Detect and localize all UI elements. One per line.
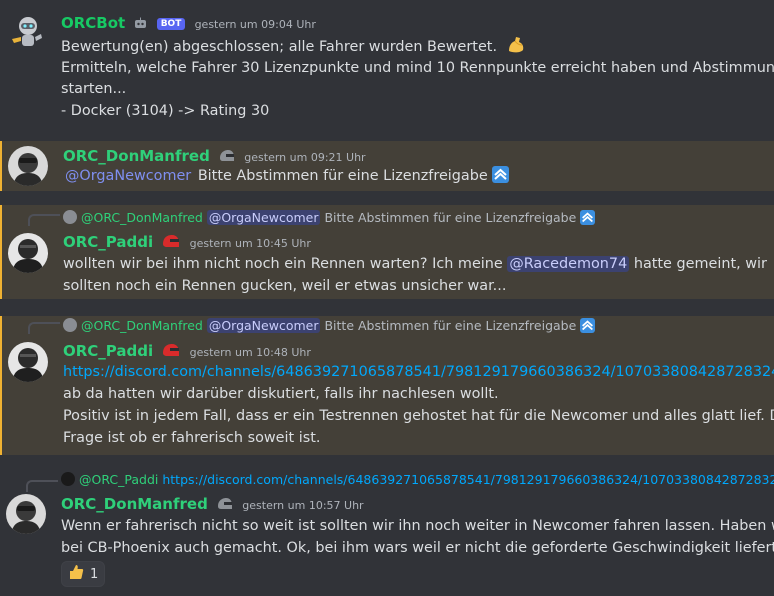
message-text: sollten noch ein Rennen gucken, weil er … [63,278,507,294]
author-name[interactable]: ORC_DonManfred [63,147,210,165]
up-arrow-emoji-icon [580,318,596,333]
message-paddi-1: @ORC_DonManfred @OrgaNewcomer Bitte Abst… [0,205,774,299]
reply-mention[interactable]: @OrgaNewcomer [206,210,321,225]
role-mention[interactable]: @OrgaNewcomer [63,168,193,184]
thumbs-up-icon [68,564,84,584]
reply-author[interactable]: @ORC_Paddi [79,472,158,487]
reply-mention[interactable]: @OrgaNewcomer [206,318,321,333]
timestamp[interactable]: gestern um 09:21 Uhr [244,151,365,164]
message-link[interactable]: https://discord.com/channels/64863927106… [63,361,774,383]
user-avatar[interactable] [8,233,48,273]
message-text: wollten wir bei ihm nicht noch ein Renne… [63,256,503,272]
user-mention[interactable]: @Racedemon74 [507,256,630,272]
up-arrow-emoji-icon [492,166,510,183]
reply-author[interactable]: @ORC_DonManfred [81,318,203,333]
message-text: hatte gemeint, wir [633,256,767,272]
reply-avatar [61,472,75,486]
message-text: Frage ist ob er fahrerisch soweit ist. [63,430,321,446]
message-text: starten... [61,81,127,97]
reply-text: Bitte Abstimmen für eine Lizenzfreigabe [324,318,577,333]
reaction-thumbs-up[interactable]: 1 [61,561,106,587]
message-text: - Docker (3104) -> Rating 30 [61,103,270,119]
user-avatar[interactable] [8,146,48,186]
message-text: Positiv ist in jedem Fall, dass er ein T… [63,408,774,424]
reply-avatar [63,318,77,332]
timestamp[interactable]: gestern um 09:04 Uhr [195,18,316,31]
message-text: Bewertung(en) abgeschlossen; alle Fahrer… [61,39,498,55]
message-text: ab da hatten wir darüber diskutiert, fal… [63,386,499,402]
message-text: Wenn er fahrerisch nicht so weit ist sol… [61,518,774,534]
reply-preview[interactable]: @ORC_DonManfred @OrgaNewcomer Bitte Abst… [63,318,596,333]
author-name[interactable]: ORC_Paddi [63,233,153,251]
reply-preview[interactable]: @ORC_DonManfred @OrgaNewcomer Bitte Abst… [63,210,596,225]
helmet-icon [217,497,233,515]
reply-spine [28,322,60,334]
reaction-count: 1 [90,566,99,582]
message-paddi-2: @ORC_DonManfred @OrgaNewcomer Bitte Abst… [0,316,774,455]
reply-avatar [63,210,77,224]
author-name[interactable]: ORC_DonManfred [61,495,208,513]
timestamp[interactable]: gestern um 10:48 Uhr [190,346,311,359]
message-donmanfred-1: ORC_DonManfred gestern um 09:21 Uhr @Org… [0,141,774,191]
red-helmet-icon [162,234,180,253]
message-text: Ermitteln, welche Fahrer 30 Lizenzpunkte… [61,60,774,76]
reply-spine [26,480,58,492]
message-text: bei CB-Phoenix auch gemacht. Ok, bei ihm… [61,540,774,556]
reply-spine [28,214,60,226]
timestamp[interactable]: gestern um 10:57 Uhr [242,499,363,512]
message-orcbot: ORCBot BOT gestern um 09:04 Uhr Bewertun… [0,0,774,130]
reply-text: Bitte Abstimmen für eine Lizenzfreigabe [324,210,577,225]
user-avatar[interactable] [6,494,46,534]
reply-preview[interactable]: @ORC_Paddi https://discord.com/channels/… [61,472,774,487]
reply-author[interactable]: @ORC_DonManfred [81,210,203,225]
message-donmanfred-2: @ORC_Paddi https://discord.com/channels/… [0,466,774,596]
bot-badge: BOT [156,18,186,30]
author-name[interactable]: ORCBot [61,14,125,32]
reply-link[interactable]: https://discord.com/channels/64863927106… [162,472,774,487]
up-arrow-emoji-icon [580,210,596,225]
author-name[interactable]: ORC_Paddi [63,342,153,360]
user-avatar[interactable] [8,342,48,382]
message-text: Bitte Abstimmen für eine Lizenzfreigabe [197,168,488,184]
bot-tag-icon [134,16,147,34]
red-helmet-icon [162,343,180,362]
bot-avatar[interactable] [6,12,46,52]
timestamp[interactable]: gestern um 10:45 Uhr [190,237,311,250]
